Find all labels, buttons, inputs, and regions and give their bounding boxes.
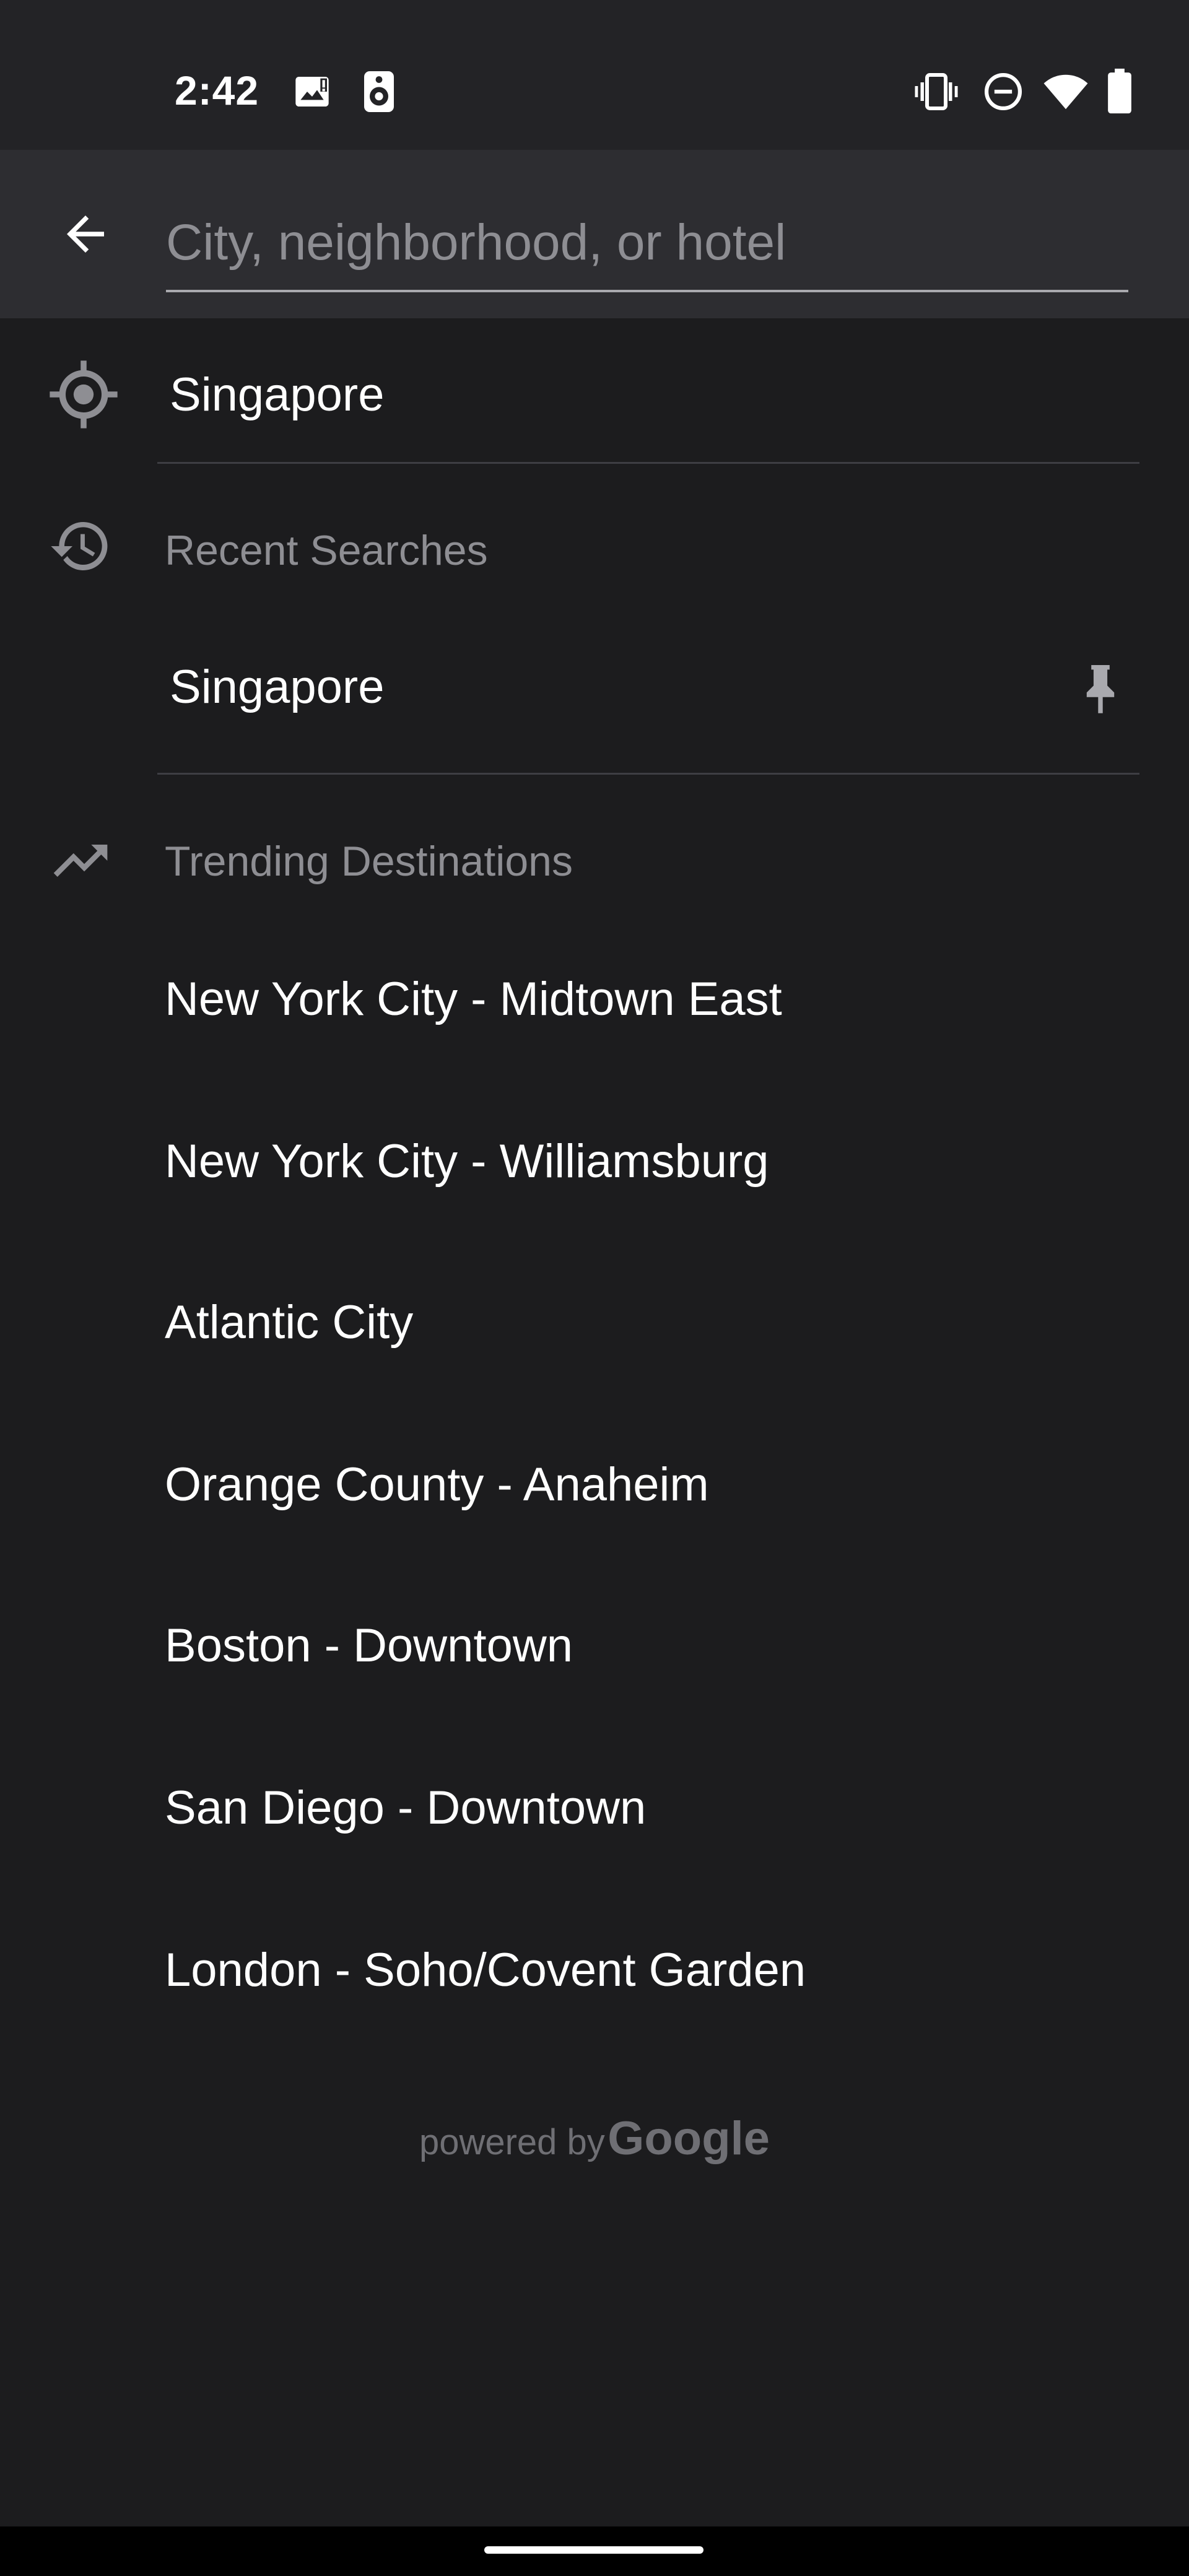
trending-up-icon <box>53 845 108 877</box>
speaker-notification-icon <box>364 71 394 112</box>
google-logo: Google <box>608 2112 770 2165</box>
history-icon <box>51 521 108 570</box>
recent-searches-heading: Recent Searches <box>165 527 488 574</box>
trending-item-label: London - Soho/Covent Garden <box>165 1944 806 1996</box>
my-location-icon <box>50 360 118 429</box>
recent-search-label: Singapore <box>170 661 385 713</box>
pin-icon[interactable] <box>1078 660 1123 716</box>
trending-item-label: Orange County - Anaheim <box>165 1458 709 1511</box>
back-arrow-icon <box>67 215 104 253</box>
vibrate-icon <box>915 73 958 110</box>
home-gesture-handle[interactable] <box>484 2546 703 2554</box>
trending-item-label: New York City - Williamsburg <box>165 1135 769 1188</box>
back-button[interactable] <box>43 192 128 276</box>
divider <box>157 462 1139 464</box>
search-input[interactable] <box>166 196 1128 292</box>
trending-item-label: New York City - Midtown East <box>165 973 782 1025</box>
trending-item-label: Boston - Downtown <box>165 1619 573 1672</box>
current-location-label: Singapore <box>170 368 385 421</box>
wifi-icon <box>1043 74 1088 110</box>
trending-destinations-heading: Trending Destinations <box>165 838 573 885</box>
trending-item-label: San Diego - Downtown <box>165 1782 647 1834</box>
status-time: 2:42 <box>175 67 259 113</box>
powered-by-google: powered by Google <box>0 2112 1189 2165</box>
battery-icon <box>1108 68 1131 114</box>
divider <box>157 773 1139 775</box>
do-not-disturb-icon <box>984 72 1022 111</box>
trending-item-label: Atlantic City <box>165 1296 414 1349</box>
attribution-prefix: powered by <box>419 2122 605 2162</box>
image-notification-icon <box>295 77 329 107</box>
